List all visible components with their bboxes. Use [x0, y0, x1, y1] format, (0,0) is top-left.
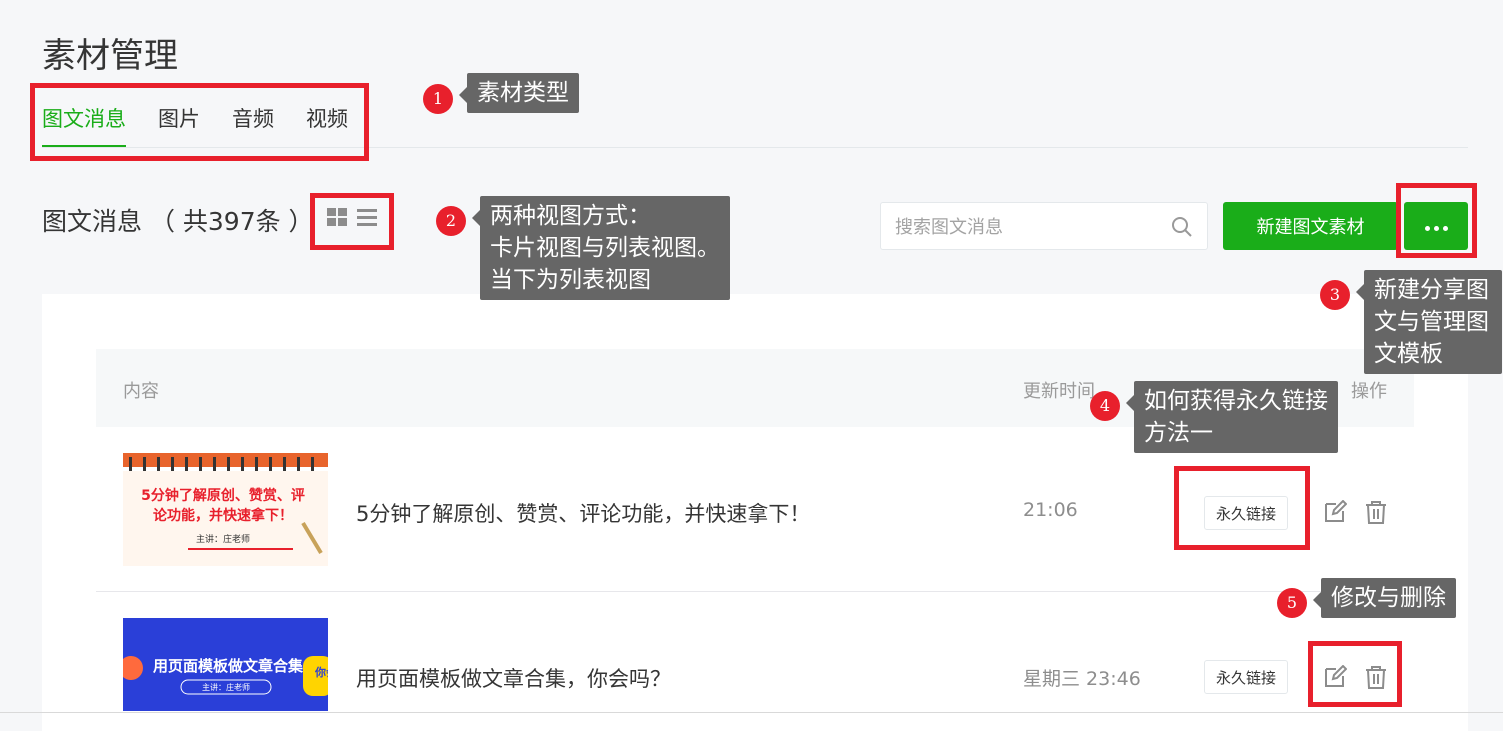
permanent-link-button[interactable]: 永久链接: [1204, 660, 1288, 694]
card-view-icon[interactable]: [326, 206, 348, 228]
article-time: 星期三 23:46: [1023, 668, 1141, 690]
permanent-link-button[interactable]: 永久链接: [1204, 496, 1288, 530]
annotation-text: 素材类型: [477, 80, 569, 106]
article-thumbnail[interactable]: 用页面模板做文章合集 主讲：庄老师 你会吗？: [123, 618, 328, 711]
article-time: 21:06: [1023, 499, 1078, 521]
annotation-tooltip: 素材类型: [459, 73, 579, 113]
annotation-text: 当下为列表视图: [490, 267, 651, 293]
annotation-text: 如何获得永久链接: [1144, 388, 1328, 414]
search-input[interactable]: [895, 215, 1155, 239]
delete-icon[interactable]: [1364, 665, 1388, 689]
thumb-line2: 论功能，并快速拿下！: [153, 507, 293, 524]
article-thumbnail[interactable]: 5分钟了解原创、赞赏、评 论功能，并快速拿下！ 主讲：庄老师: [123, 453, 328, 566]
annotation-text: 卡片视图与列表视图。: [490, 235, 720, 261]
table-row: 用页面模板做文章合集 主讲：庄老师 你会吗？ 用页面模板做文章合集，你会吗？ 星…: [96, 593, 1414, 731]
article-title[interactable]: 5分钟了解原创、赞赏、评论功能，并快速拿下！: [356, 498, 810, 528]
search-box: [880, 202, 1208, 250]
col-updated: 更新时间: [1023, 381, 1095, 402]
thumb-sub: 主讲：庄老师: [196, 533, 250, 545]
annotation-text: 新建分享图: [1374, 277, 1489, 303]
edit-icon[interactable]: [1323, 665, 1347, 689]
annotation-tooltip: 两种视图方式： 卡片视图与列表视图。 当下为列表视图: [472, 196, 730, 300]
bottom-divider: [0, 712, 1503, 713]
annotation-badge: 5: [1277, 588, 1307, 618]
col-actions: 操作: [1351, 381, 1387, 402]
annotation-badge: 2: [436, 206, 466, 236]
annotation-text: 两种视图方式：: [490, 203, 651, 229]
more-dots-icon: [1424, 225, 1430, 231]
annotation-text: 文模板: [1374, 341, 1443, 367]
annotation-badge: 1: [423, 84, 453, 114]
annotation-text: 文与管理图: [1374, 309, 1489, 335]
annotation-tooltip: 如何获得永久链接 方法一: [1126, 381, 1338, 453]
material-type-tabs: 图文消息 图片 音频 视频: [42, 104, 380, 148]
delete-icon[interactable]: [1364, 500, 1388, 524]
thumb-badge: 你会吗？: [314, 665, 328, 679]
thumb-sub: 主讲：庄老师: [202, 682, 250, 692]
edit-icon[interactable]: [1323, 500, 1347, 524]
tab-image[interactable]: 图片: [158, 104, 200, 148]
annotation-tooltip: 修改与删除: [1313, 578, 1456, 618]
tab-audio[interactable]: 音频: [232, 104, 274, 148]
col-content: 内容: [123, 381, 159, 402]
tabs-divider: [42, 147, 1468, 148]
thumb-line1: 用页面模板做文章合集: [153, 657, 304, 675]
new-article-button[interactable]: 新建图文素材: [1223, 202, 1398, 250]
view-toggle: [326, 206, 378, 228]
thumb-line1: 5分钟了解原创、赞赏、评: [141, 487, 305, 504]
tab-news[interactable]: 图文消息: [42, 104, 126, 148]
search-icon[interactable]: [1171, 216, 1193, 238]
annotation-text: 方法一: [1144, 420, 1213, 446]
more-button[interactable]: [1404, 202, 1468, 250]
annotation-badge: 3: [1320, 280, 1350, 310]
annotation-tooltip: 新建分享图 文与管理图 文模板: [1356, 270, 1502, 374]
tab-video[interactable]: 视频: [306, 104, 348, 148]
annotation-badge: 4: [1090, 391, 1120, 421]
article-title[interactable]: 用页面模板做文章合集，你会吗？: [356, 663, 671, 693]
page-title: 素材管理: [42, 36, 178, 76]
annotation-text: 修改与删除: [1331, 585, 1446, 611]
section-title: 图文消息 （ 共397条 ）: [42, 207, 314, 236]
list-view-icon[interactable]: [356, 206, 378, 228]
